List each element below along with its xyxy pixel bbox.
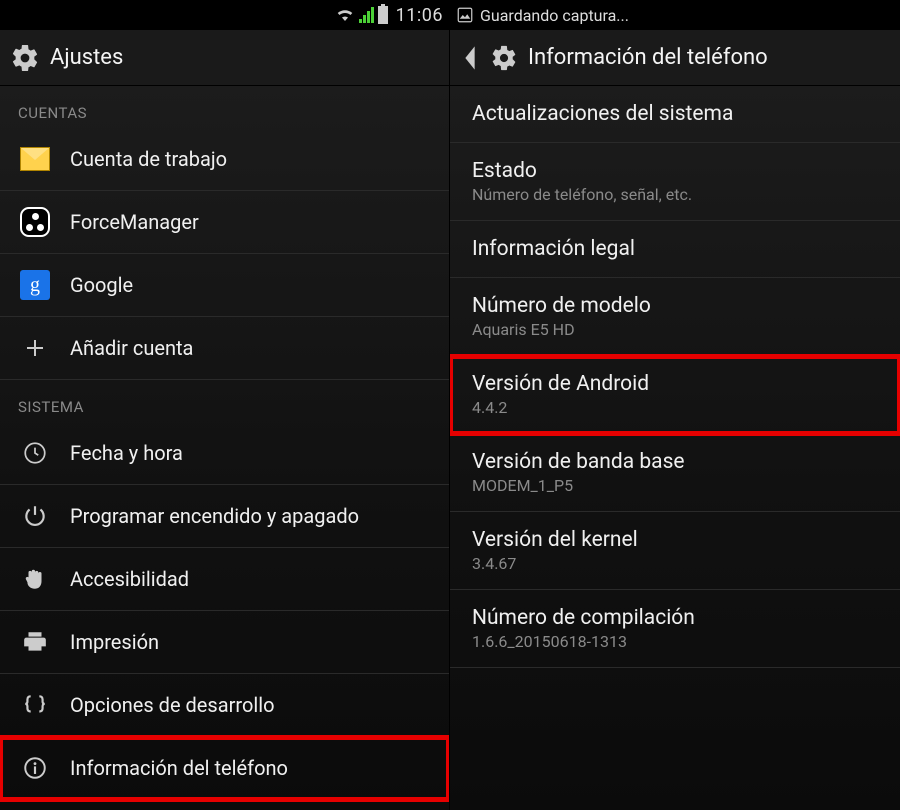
account-item-trabajo[interactable]: Cuenta de trabajo (0, 128, 449, 191)
forcemanager-icon (18, 205, 52, 239)
section-header-cuentas: CUENTAS (0, 86, 449, 128)
add-account-item[interactable]: Añadir cuenta (0, 317, 449, 380)
item-label: Fecha y hora (70, 441, 431, 465)
about-item-kernel[interactable]: Versión del kernel 3.4.67 (450, 512, 900, 590)
phone-settings: 11:06 Ajustes CUENTAS Cuenta de trabajo … (0, 0, 450, 810)
status-time: 11:06 (396, 5, 443, 26)
back-icon[interactable] (460, 44, 480, 72)
battery-icon (378, 6, 388, 24)
settings-list: CUENTAS Cuenta de trabajo ForceManager g… (0, 86, 449, 810)
item-label: Información legal (472, 237, 878, 261)
account-item-google[interactable]: g Google (0, 254, 449, 317)
item-sublabel: 3.4.67 (472, 554, 878, 573)
envelope-icon (18, 142, 52, 176)
plus-icon (18, 331, 52, 365)
hand-icon (18, 562, 52, 596)
printer-icon (18, 625, 52, 659)
system-item-impresion[interactable]: Impresión (0, 611, 449, 674)
about-item-baseband[interactable]: Versión de banda base MODEM_1_P5 (450, 434, 900, 512)
system-item-fecha[interactable]: Fecha y hora (0, 422, 449, 485)
item-label: Opciones de desarrollo (70, 693, 431, 717)
status-saving-text: Guardando captura... (480, 6, 629, 25)
system-item-info[interactable]: Información del teléfono (0, 737, 449, 800)
item-label: Impresión (70, 630, 431, 654)
action-bar: Información del teléfono (450, 30, 900, 86)
google-icon: g (18, 268, 52, 302)
about-item-estado[interactable]: Estado Número de teléfono, señal, etc. (450, 143, 900, 221)
about-item-legal[interactable]: Información legal (450, 221, 900, 278)
braces-icon (18, 688, 52, 722)
action-bar: Ajustes (0, 30, 449, 86)
phone-about: Guardando captura... Información del tel… (450, 0, 900, 810)
gear-icon (490, 44, 518, 72)
wifi-icon (335, 7, 355, 23)
item-label: Programar encendido y apagado (70, 504, 431, 528)
item-label: Número de compilación (472, 606, 878, 630)
item-label: Estado (472, 159, 878, 183)
item-sublabel: Aquaris E5 HD (472, 320, 878, 339)
status-notification: Guardando captura... (456, 6, 894, 25)
item-label: Cuenta de trabajo (70, 147, 431, 171)
item-label: Versión del kernel (472, 528, 878, 552)
item-label: ForceManager (70, 210, 431, 234)
status-bar: Guardando captura... (450, 0, 900, 30)
about-item-android[interactable]: Versión de Android 4.4.2 (450, 356, 900, 434)
power-schedule-icon (18, 499, 52, 533)
system-item-accesibilidad[interactable]: Accesibilidad (0, 548, 449, 611)
page-title: Ajustes (50, 45, 123, 70)
item-sublabel: 1.6.6_20150618-1313 (472, 632, 878, 651)
about-item-modelo[interactable]: Número de modelo Aquaris E5 HD (450, 278, 900, 356)
item-label: Actualizaciones del sistema (472, 102, 878, 126)
clock-icon (18, 436, 52, 470)
page-title: Información del teléfono (528, 45, 768, 70)
item-label: Versión de Android (472, 372, 878, 396)
screenshot-icon (456, 6, 474, 24)
item-label: Número de modelo (472, 294, 878, 318)
about-item-update[interactable]: Actualizaciones del sistema (450, 86, 900, 143)
item-label: Información del teléfono (70, 756, 431, 780)
system-item-dev[interactable]: Opciones de desarrollo (0, 674, 449, 737)
status-bar: 11:06 (0, 0, 449, 30)
item-sublabel: MODEM_1_P5 (472, 476, 878, 495)
status-icons: 11:06 (335, 5, 443, 26)
item-label: Versión de banda base (472, 450, 878, 474)
section-header-sistema: SISTEMA (0, 380, 449, 422)
about-item-build[interactable]: Número de compilación 1.6.6_20150618-131… (450, 590, 900, 668)
item-label: Añadir cuenta (70, 336, 431, 360)
item-label: Google (70, 273, 431, 297)
info-icon (18, 751, 52, 785)
account-item-forcemanager[interactable]: ForceManager (0, 191, 449, 254)
gear-icon (10, 43, 40, 73)
item-label: Accesibilidad (70, 567, 431, 591)
about-list: Actualizaciones del sistema Estado Númer… (450, 86, 900, 810)
signal-icon (359, 7, 374, 23)
item-sublabel: Número de teléfono, señal, etc. (472, 185, 878, 204)
system-item-programar[interactable]: Programar encendido y apagado (0, 485, 449, 548)
item-sublabel: 4.4.2 (472, 398, 878, 417)
